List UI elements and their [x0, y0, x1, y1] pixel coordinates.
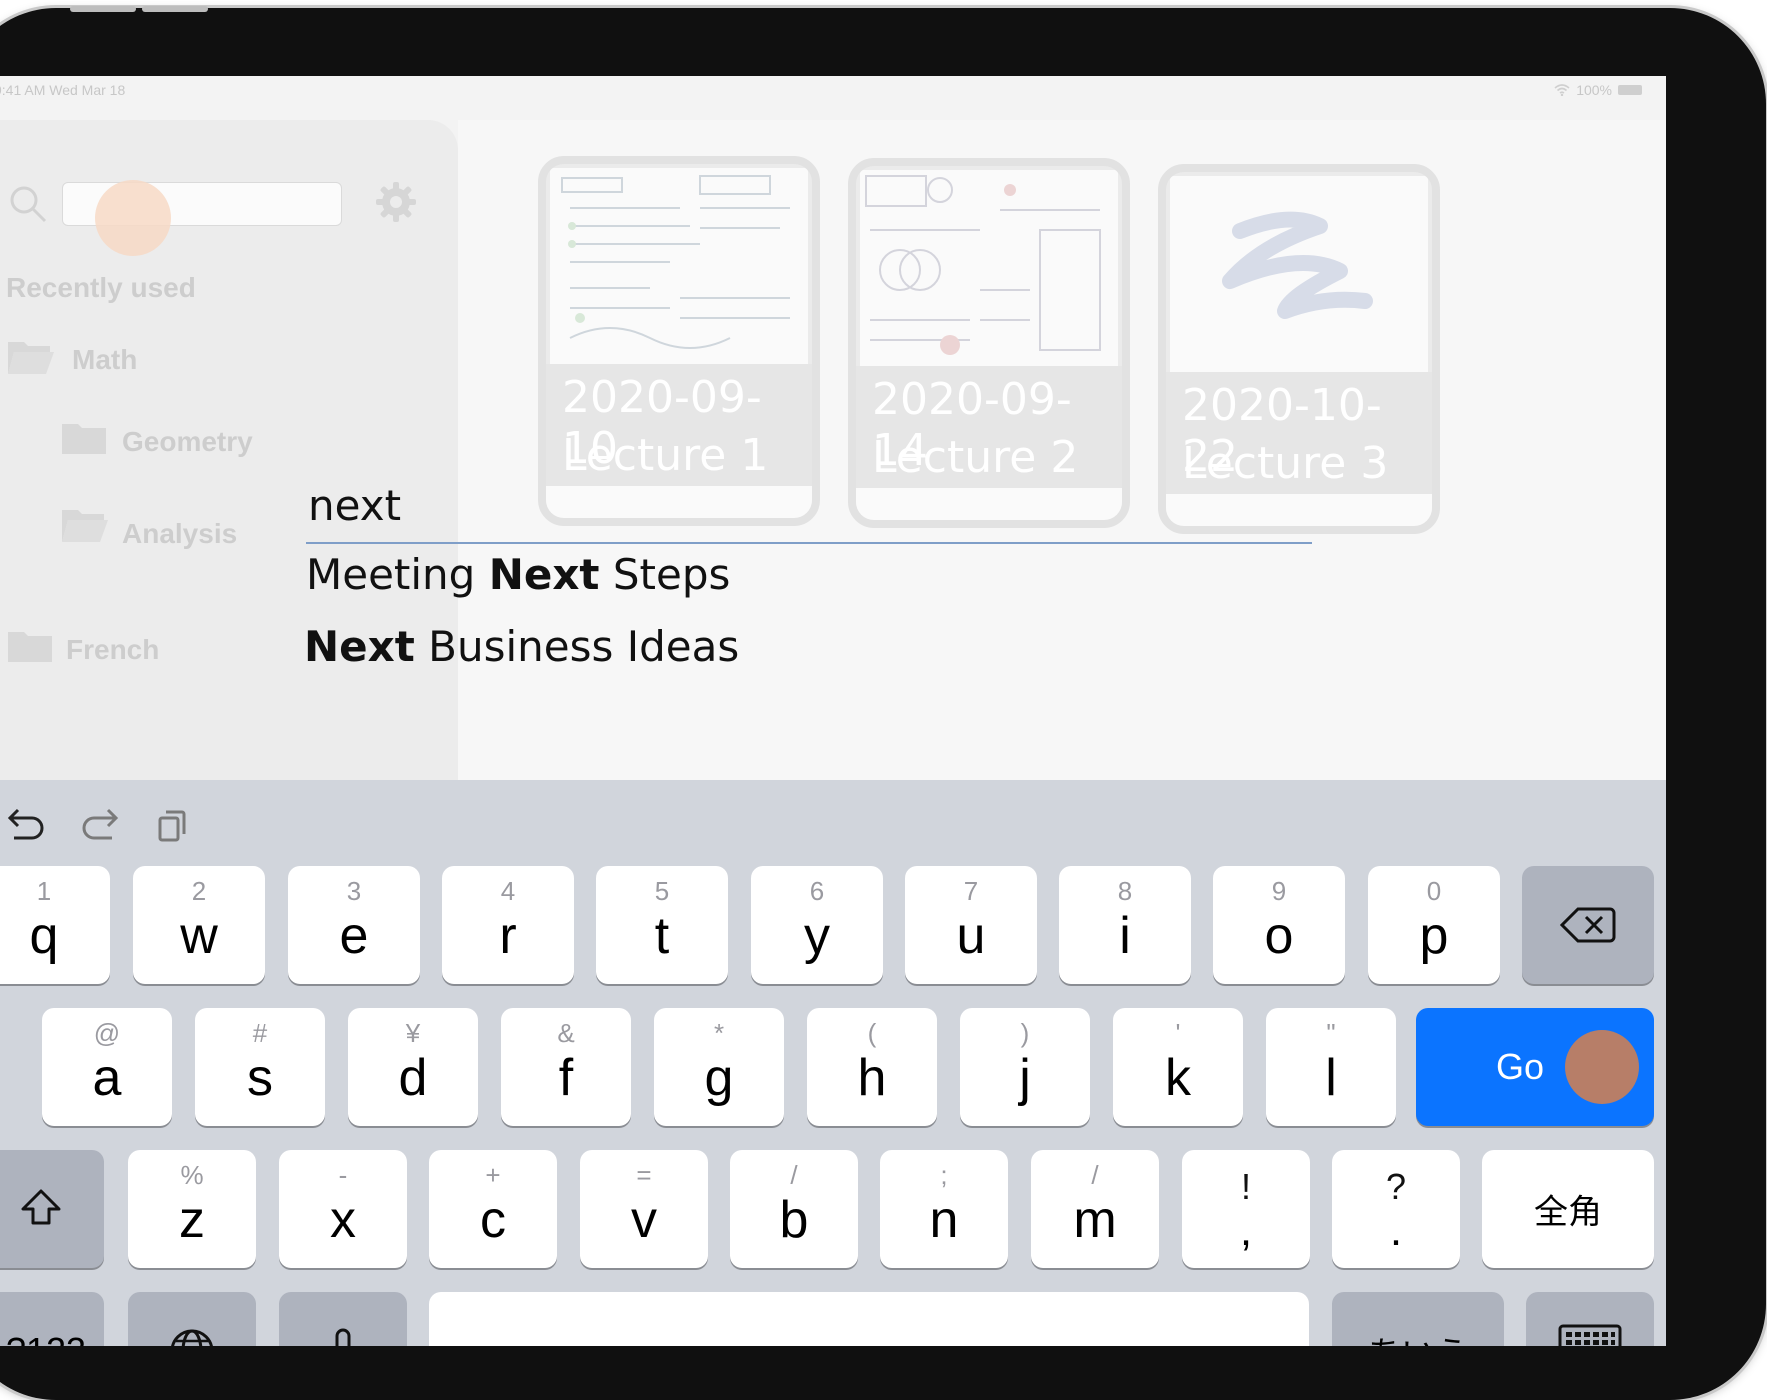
- shift-key[interactable]: [0, 1150, 104, 1268]
- key-u[interactable]: 7u: [905, 866, 1037, 984]
- sidebar: Recently used Math Geometry Analysis Fre…: [0, 120, 458, 780]
- key-o[interactable]: 9o: [1213, 866, 1345, 984]
- key-g[interactable]: * g: [654, 1008, 784, 1126]
- notebook-title: Lecture 1: [562, 430, 769, 481]
- wifi-icon: [1554, 84, 1570, 96]
- key-w[interactable]: 2w: [133, 866, 265, 984]
- microphone-icon: [279, 1328, 407, 1346]
- folder-label: Math: [72, 344, 138, 375]
- globe-key[interactable]: [128, 1292, 256, 1346]
- notebook-card[interactable]: 2020-09-14 Lecture 2: [848, 158, 1130, 528]
- delete-key[interactable]: [1522, 866, 1654, 984]
- key-d[interactable]: ¥ d: [348, 1008, 478, 1126]
- key-h[interactable]: (h: [807, 1008, 937, 1126]
- key-question-period[interactable]: ?.: [1332, 1150, 1460, 1268]
- key-v[interactable]: = v: [580, 1150, 708, 1268]
- volume-button: [70, 6, 136, 12]
- dictation-key[interactable]: [279, 1292, 407, 1346]
- notebook-title: Lecture 3: [1182, 438, 1389, 489]
- status-time: 9:41 AM Wed Mar 18: [0, 82, 126, 98]
- backspace-icon: [1522, 905, 1654, 945]
- folder-icon: [60, 420, 108, 456]
- notebook-thumbnail: [550, 168, 808, 364]
- search-suggestion[interactable]: Meeting Next Steps: [306, 550, 730, 599]
- folder-open-icon: [60, 504, 110, 544]
- notebook-title: Lecture 2: [872, 432, 1079, 483]
- battery-percent: 100%: [1576, 82, 1612, 98]
- search-suggestion[interactable]: Next Business Ideas: [304, 622, 739, 671]
- folder-label: Analysis: [122, 518, 238, 549]
- key-f[interactable]: & f: [501, 1008, 631, 1126]
- notebook-card[interactable]: 2020-10-22 Lecture 3: [1158, 164, 1440, 534]
- globe-icon: [128, 1327, 256, 1346]
- key-l[interactable]: " l: [1266, 1008, 1396, 1126]
- key-e[interactable]: 3e: [288, 866, 420, 984]
- key-n[interactable]: ; n: [880, 1150, 1008, 1268]
- key-q[interactable]: 1q: [0, 866, 110, 984]
- key-exclaim-comma[interactable]: !,: [1182, 1150, 1310, 1268]
- key-r[interactable]: 4r: [442, 866, 574, 984]
- key-x[interactable]: -x: [279, 1150, 407, 1268]
- redo-icon[interactable]: [76, 800, 126, 850]
- dismiss-keyboard-key[interactable]: [1526, 1292, 1654, 1346]
- folder-label: French: [66, 634, 160, 665]
- space-key[interactable]: [429, 1292, 1309, 1346]
- keyboard-dismiss-icon: [1526, 1324, 1654, 1346]
- key-t[interactable]: 5t: [596, 866, 728, 984]
- key-a[interactable]: @ a: [42, 1008, 172, 1126]
- key-s[interactable]: # s: [195, 1008, 325, 1126]
- search-input[interactable]: next: [308, 481, 401, 530]
- folder-open-icon: [6, 336, 56, 376]
- key-c[interactable]: + c: [429, 1150, 557, 1268]
- notebook-card[interactable]: 2020-09-10 Lecture 1: [538, 156, 820, 526]
- touch-indicator: [1565, 1030, 1639, 1104]
- folder-label: Geometry: [122, 426, 253, 457]
- key-y[interactable]: 6y: [751, 866, 883, 984]
- volume-button: [142, 6, 208, 12]
- screen: 9:41 AM Wed Mar 18 100% Recently used Ma…: [0, 76, 1666, 1346]
- zenkaku-key[interactable]: 全角: [1482, 1150, 1654, 1268]
- battery-icon: [1618, 85, 1642, 95]
- key-k[interactable]: ' k: [1113, 1008, 1243, 1126]
- gear-icon[interactable]: [374, 180, 418, 224]
- status-bar: 9:41 AM Wed Mar 18 100%: [0, 76, 1666, 120]
- key-j[interactable]: ) j: [960, 1008, 1090, 1126]
- numbers-key[interactable]: .?123: [0, 1292, 104, 1346]
- key-z[interactable]: % z: [128, 1150, 256, 1268]
- notebook-thumbnail: [1170, 176, 1428, 372]
- key-i[interactable]: 8i: [1059, 866, 1191, 984]
- touch-indicator: [95, 180, 171, 256]
- recently-used-label: Recently used: [6, 272, 196, 303]
- folder-icon: [6, 628, 54, 664]
- on-screen-keyboard: 1q 2w 3e 4r 5t 6y 7u 8i 9o 0p @ a # s ¥ d &…: [0, 780, 1666, 1346]
- notebook-grid: 2020-09-10 Lecture 1 2020-09-14 Lecture …: [458, 120, 1666, 780]
- shift-icon: [0, 1187, 104, 1231]
- search-icon[interactable]: [8, 184, 47, 223]
- paste-icon[interactable]: [146, 800, 196, 850]
- undo-icon[interactable]: [0, 800, 50, 850]
- key-b[interactable]: / b: [730, 1150, 858, 1268]
- key-m[interactable]: / m: [1031, 1150, 1159, 1268]
- kana-key[interactable]: あいう: [1332, 1292, 1504, 1346]
- key-p[interactable]: 0p: [1368, 866, 1500, 984]
- ipad-frame: 9:41 AM Wed Mar 18 100% Recently used Ma…: [0, 6, 1766, 1400]
- notebook-thumbnail: [860, 170, 1118, 366]
- search-underline: [306, 542, 1312, 544]
